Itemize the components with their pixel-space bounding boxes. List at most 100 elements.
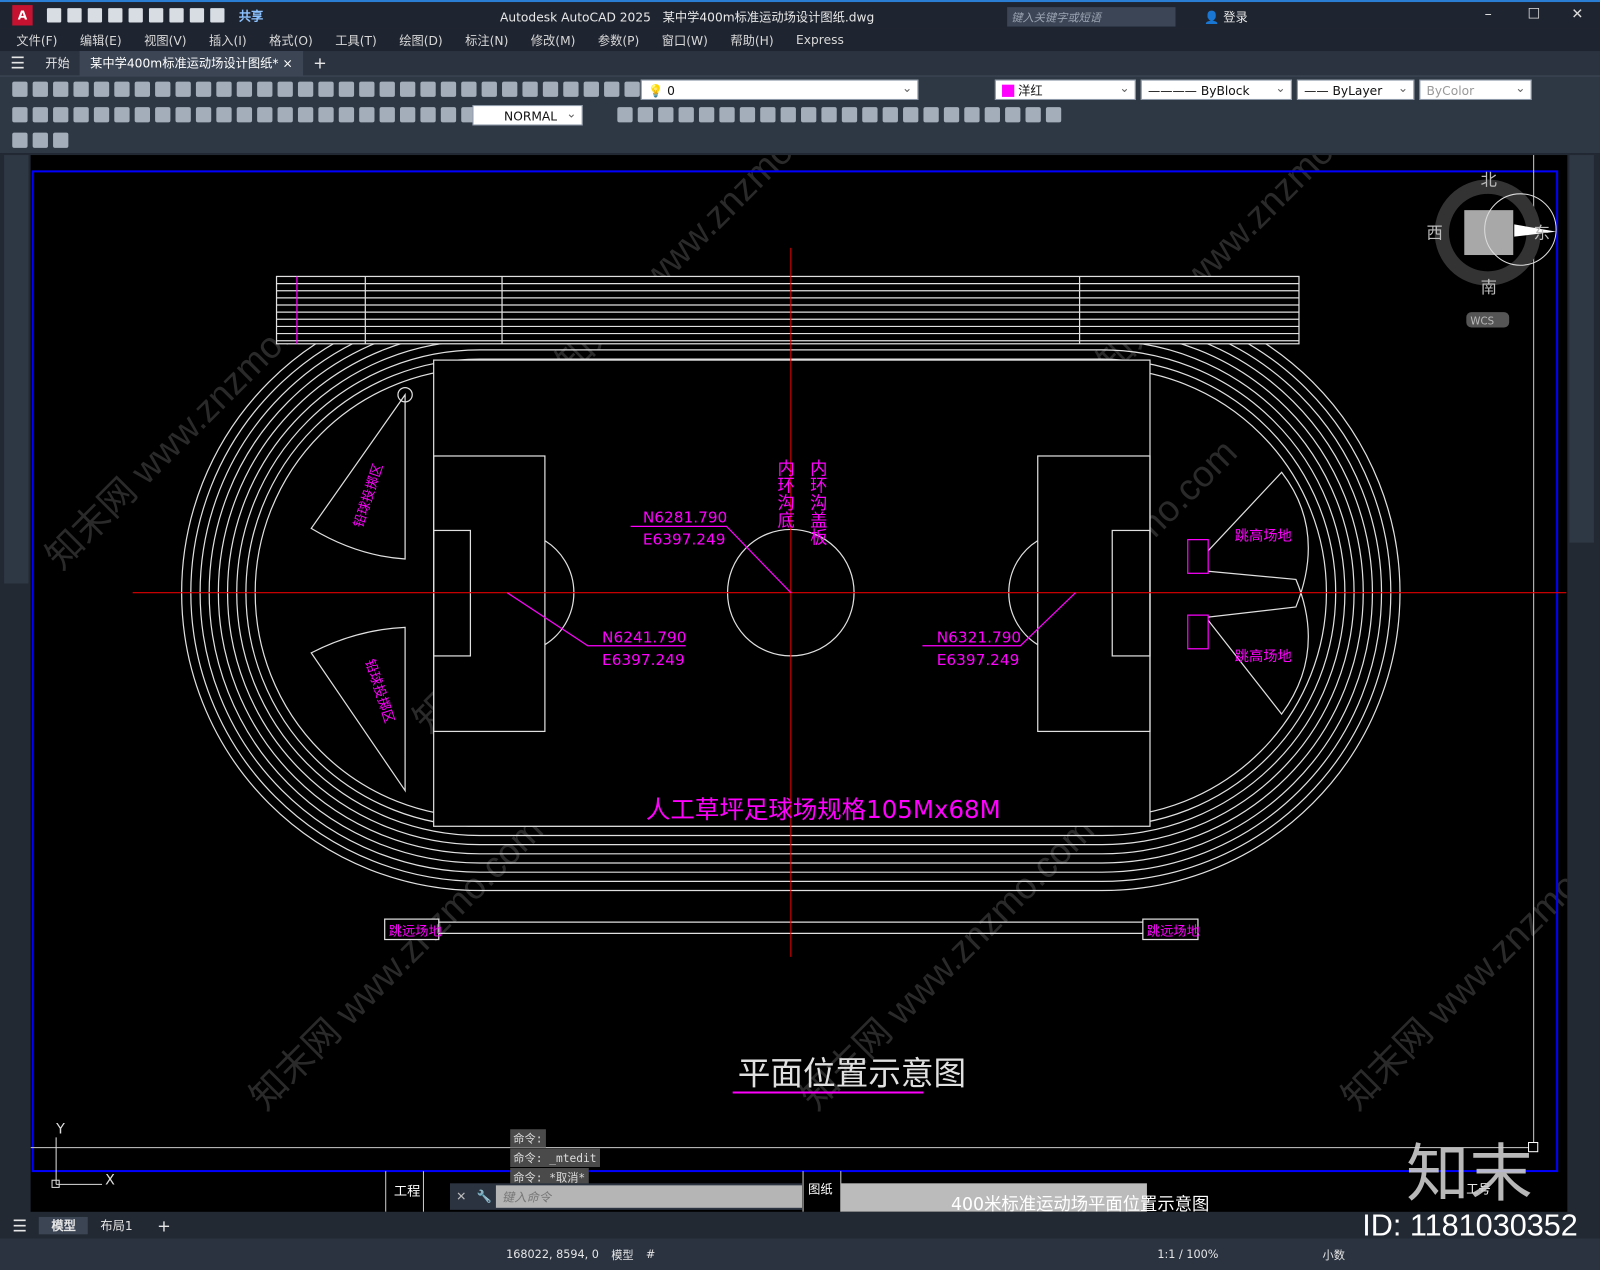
tool-icon[interactable] [821,107,837,123]
tool-icon[interactable] [399,81,416,97]
menu-item[interactable]: 工具(T) [335,31,377,48]
space-toggle[interactable]: 模型 [611,1246,633,1262]
tool-icon[interactable] [420,107,436,123]
tool-icon[interactable] [359,107,375,123]
tool-icon[interactable] [277,81,293,97]
tool-icon[interactable] [318,81,334,97]
tool-icon[interactable] [318,107,334,123]
tool-icon[interactable] [216,81,232,97]
open-icon[interactable] [67,8,82,23]
tool-icon[interactable] [12,132,28,148]
new-icon[interactable] [46,8,62,23]
tool-icon[interactable] [379,107,395,123]
menu-item[interactable]: 插入(I) [209,31,247,48]
tab-layout1[interactable]: 布局1 [88,1216,145,1233]
tool-icon[interactable] [420,81,436,97]
login-button[interactable]: 👤 登录 [1204,8,1248,25]
tool-icon[interactable] [984,107,1000,123]
tool-icon[interactable] [257,81,273,97]
tab-start[interactable]: 开始 [35,51,80,75]
tool-icon[interactable] [155,81,171,97]
linetype-dropdown[interactable]: ———— ByBlock [1140,78,1292,100]
lineweight-dropdown[interactable]: —— ByLayer [1296,78,1415,100]
tool-icon[interactable] [53,132,69,148]
tab-model[interactable]: 模型 [39,1216,89,1234]
close-command-icon[interactable]: ✕ [450,1189,473,1203]
tool-icon[interactable] [964,107,980,123]
tool-icon[interactable] [175,81,191,97]
save-as-icon[interactable] [108,8,123,23]
tool-icon[interactable] [440,81,457,97]
print-icon[interactable] [169,8,184,23]
tool-icon[interactable] [461,81,477,97]
tool-icon[interactable] [658,107,674,123]
tool-icon[interactable] [73,81,89,97]
autocad-logo[interactable]: A [12,5,33,26]
search-input[interactable]: 键入关键字或短语 [1007,7,1176,27]
tool-icon[interactable] [359,81,375,97]
tool-icon[interactable] [678,107,694,123]
grid-icon[interactable]: # [646,1248,655,1261]
tool-icon[interactable] [93,81,110,97]
tool-icon[interactable] [637,107,654,123]
tool-icon[interactable] [338,107,355,123]
menu-icon[interactable]: ☰ [0,1215,39,1234]
menu-item[interactable]: 修改(M) [531,31,576,48]
tool-icon[interactable] [882,107,898,123]
tool-icon[interactable] [175,107,191,123]
tool-icon[interactable] [195,107,212,123]
tool-icon[interactable] [719,107,735,123]
tool-icon[interactable] [542,81,559,97]
tool-icon[interactable] [134,81,150,97]
tool-icon[interactable] [1025,107,1041,123]
menu-item[interactable]: 格式(O) [269,31,313,48]
menu-item[interactable]: 绘图(D) [399,31,442,48]
tool-icon[interactable] [698,107,715,123]
menu-item[interactable]: 视图(V) [144,31,186,48]
redo-icon[interactable] [210,8,225,23]
tool-icon[interactable] [522,81,538,97]
tool-icon[interactable] [1045,107,1062,123]
tool-icon[interactable] [338,81,355,97]
minimize-button[interactable]: – [1485,6,1492,22]
tool-icon[interactable] [780,107,796,123]
tool-icon[interactable] [617,107,633,123]
wcs-button[interactable]: WCS [1470,316,1494,327]
plotstyle-dropdown[interactable]: ByColor [1419,78,1532,100]
viewcube[interactable] [1434,179,1557,328]
undo-icon[interactable] [189,8,205,23]
maximize-button[interactable]: ☐ [1528,6,1541,22]
share-button[interactable]: 共享 [239,7,264,24]
tool-icon[interactable] [195,81,212,97]
menu-item[interactable]: 帮助(H) [730,31,773,48]
tool-icon[interactable] [134,107,150,123]
tool-icon[interactable] [73,107,89,123]
tool-icon[interactable] [739,107,756,123]
menu-item[interactable]: 窗口(W) [662,31,708,48]
tool-icon[interactable] [12,81,28,97]
mobile-icon[interactable] [148,8,164,23]
tool-icon[interactable] [53,107,69,123]
tool-icon[interactable] [563,81,579,97]
tool-icon[interactable] [583,81,599,97]
textstyle-dropdown[interactable]: NORMAL [472,103,583,126]
tool-icon[interactable] [502,81,518,97]
close-tab-icon[interactable]: × [282,56,292,70]
tool-icon[interactable] [216,107,232,123]
tool-icon[interactable] [923,107,939,123]
tool-icon[interactable] [277,107,293,123]
tool-icon[interactable] [93,107,110,123]
tool-icon[interactable] [1005,107,1021,123]
add-layout-button[interactable]: + [145,1215,183,1234]
tool-icon[interactable] [32,132,48,148]
tool-icon[interactable] [440,107,457,123]
tool-icon[interactable] [114,81,130,97]
menu-icon[interactable]: ☰ [0,51,35,75]
color-dropdown[interactable]: 洋红 [994,78,1136,100]
menu-item[interactable]: Express [796,33,844,47]
tool-icon[interactable] [943,107,960,123]
tool-icon[interactable] [481,81,497,97]
menu-item[interactable]: 标注(N) [465,31,508,48]
grip[interactable] [1528,1142,1539,1153]
tool-icon[interactable] [114,107,130,123]
